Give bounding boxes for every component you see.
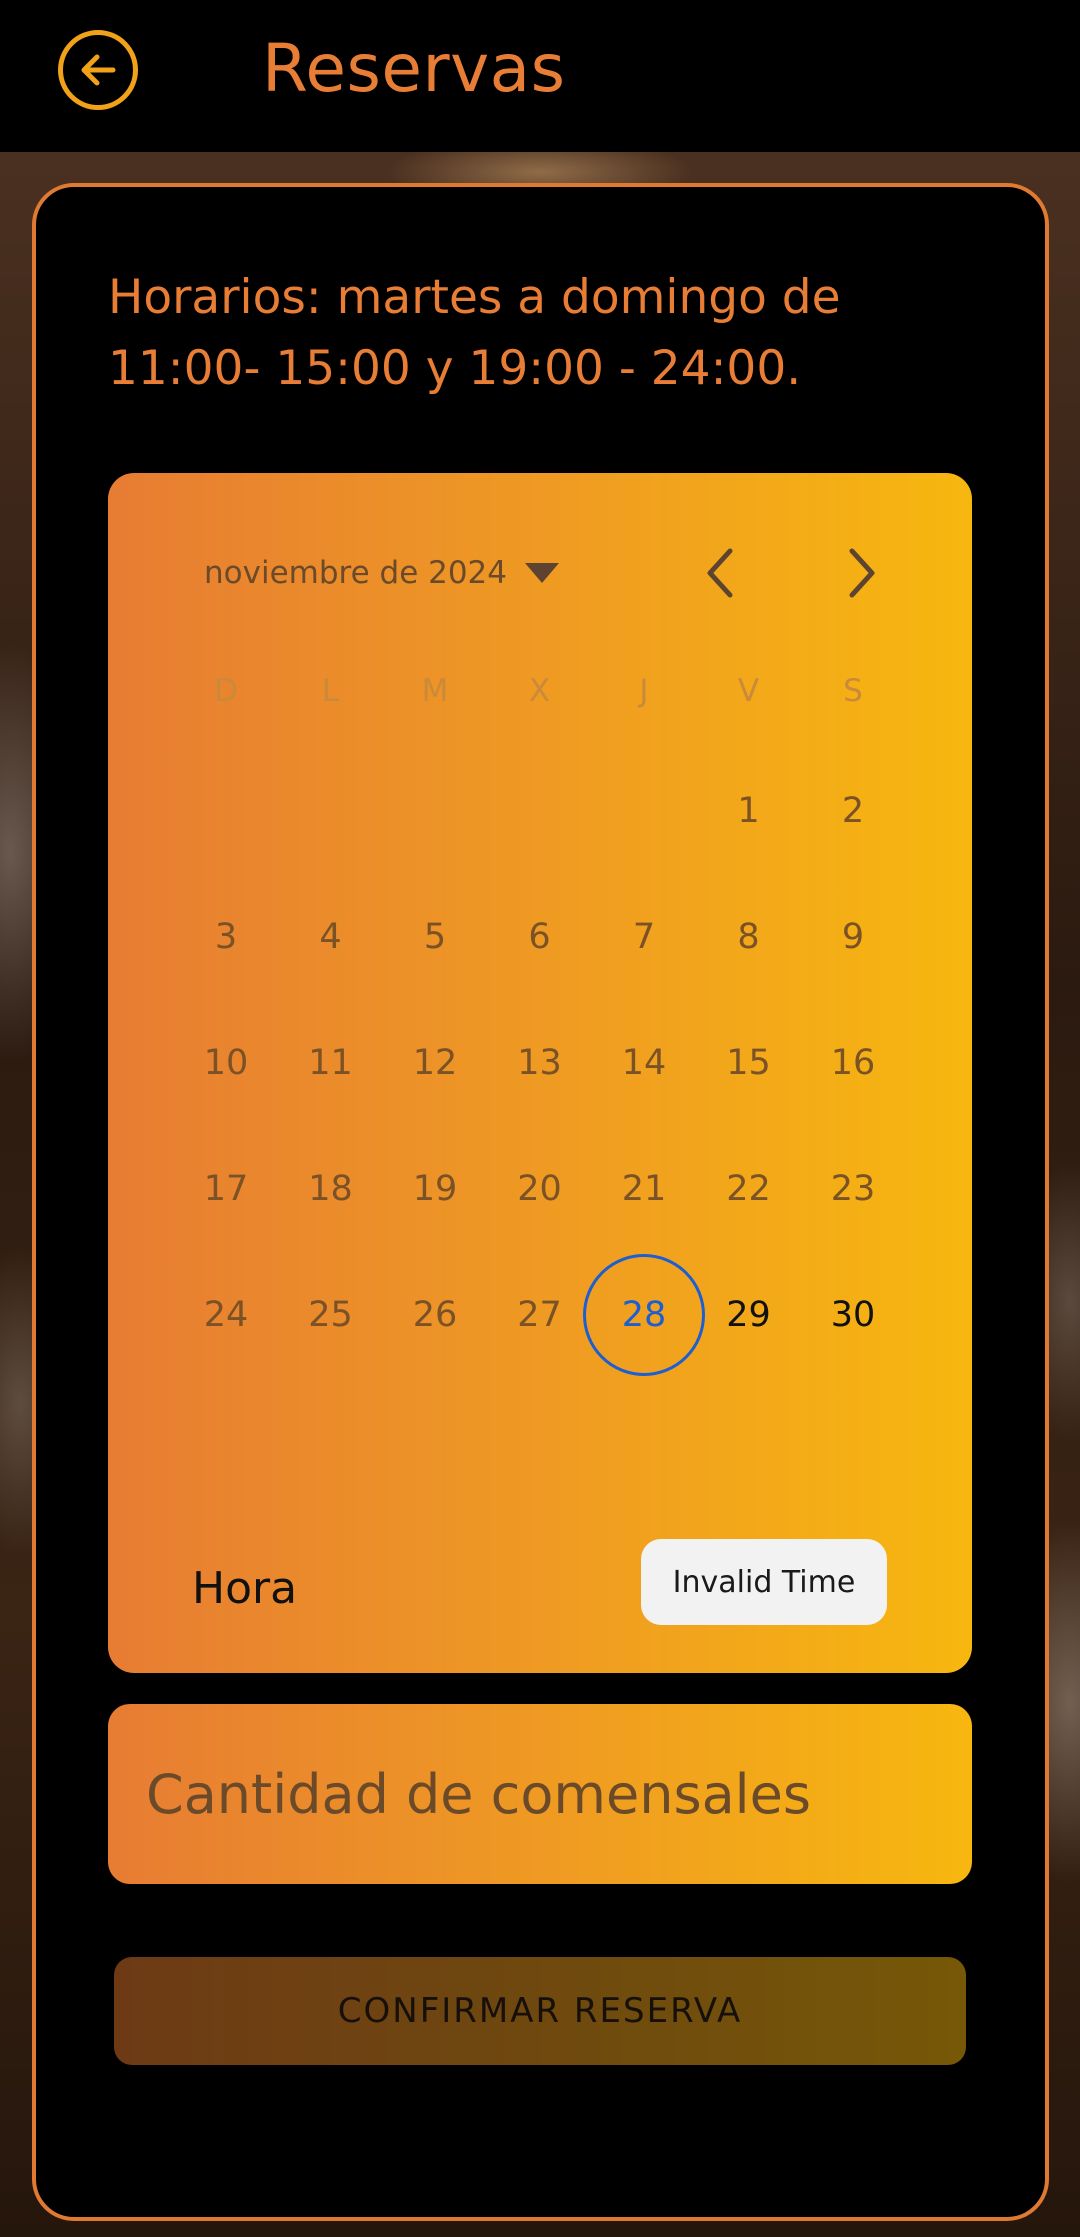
calendar-day[interactable]: 20 <box>490 1149 590 1229</box>
month-year-label: noviembre de 2024 <box>204 555 508 591</box>
calendar-day[interactable]: 22 <box>699 1149 799 1229</box>
calendar-day[interactable]: 30 <box>803 1275 903 1355</box>
calendar-day[interactable]: 2 <box>803 771 903 851</box>
calendar-day[interactable]: 7 <box>594 897 694 977</box>
calendar-day[interactable]: 14 <box>594 1023 694 1103</box>
weekday-label: M <box>421 673 449 709</box>
chevron-right-icon <box>849 548 875 598</box>
calendar-day[interactable]: 26 <box>385 1275 485 1355</box>
calendar-day[interactable]: 29 <box>699 1275 799 1355</box>
calendar-day[interactable]: 17 <box>176 1149 276 1229</box>
confirm-button-label: CONFIRMAR RESERVA <box>337 1991 743 2031</box>
calendar-day[interactable]: 6 <box>490 897 590 977</box>
chevron-left-icon <box>707 548 733 598</box>
guests-input[interactable] <box>144 1761 928 1827</box>
weekday-label: D <box>214 673 238 709</box>
weekday-label: V <box>737 673 760 709</box>
calendar-day[interactable]: 18 <box>281 1149 381 1229</box>
date-picker: noviembre de 2024 D L M X J V S 1 2 3 4 5 6 7 8 9 10 11 12… <box>108 473 972 1673</box>
caret-down-icon <box>525 563 560 583</box>
calendar-day[interactable]: 25 <box>281 1275 381 1355</box>
calendar-day[interactable]: 3 <box>176 897 276 977</box>
app-bar: Reservas <box>0 0 1080 152</box>
calendar-day[interactable]: 8 <box>699 897 799 977</box>
arrow-left-icon <box>81 54 116 86</box>
page-title: Reservas <box>262 30 566 107</box>
previous-month-button[interactable] <box>688 541 752 605</box>
calendar-day-selected[interactable]: 28 <box>583 1254 705 1376</box>
opening-hours-text: Horarios: martes a domingo de 11:00- 15:… <box>108 270 841 396</box>
calendar-day[interactable]: 19 <box>385 1149 485 1229</box>
calendar-day[interactable]: 15 <box>699 1023 799 1103</box>
calendar-day[interactable]: 24 <box>176 1275 276 1355</box>
calendar-day[interactable]: 13 <box>490 1023 590 1103</box>
confirm-reservation-button[interactable]: CONFIRMAR RESERVA <box>114 1957 966 2065</box>
calendar-day[interactable]: 10 <box>176 1023 276 1103</box>
calendar-day[interactable]: 21 <box>594 1149 694 1229</box>
time-picker-button[interactable]: Invalid Time <box>641 1539 887 1625</box>
calendar-day[interactable]: 12 <box>385 1023 485 1103</box>
calendar-day[interactable]: 4 <box>281 897 381 977</box>
calendar-day[interactable]: 23 <box>803 1149 903 1229</box>
weekday-label: X <box>528 673 551 709</box>
weekday-label: L <box>321 673 340 709</box>
weekday-label: J <box>639 673 649 709</box>
calendar-day[interactable]: 27 <box>490 1275 590 1355</box>
calendar-day[interactable]: 5 <box>385 897 485 977</box>
time-label: Hora <box>192 1563 298 1614</box>
back-button[interactable] <box>58 30 138 110</box>
calendar-day[interactable]: 1 <box>699 771 799 851</box>
weekday-label: S <box>843 673 863 709</box>
calendar-day[interactable]: 16 <box>803 1023 903 1103</box>
next-month-button[interactable] <box>830 541 894 605</box>
month-year-selector[interactable]: noviembre de 2024 <box>204 555 560 591</box>
calendar-day[interactable]: 9 <box>803 897 903 977</box>
guests-field[interactable] <box>108 1704 972 1884</box>
calendar-day[interactable]: 11 <box>281 1023 381 1103</box>
